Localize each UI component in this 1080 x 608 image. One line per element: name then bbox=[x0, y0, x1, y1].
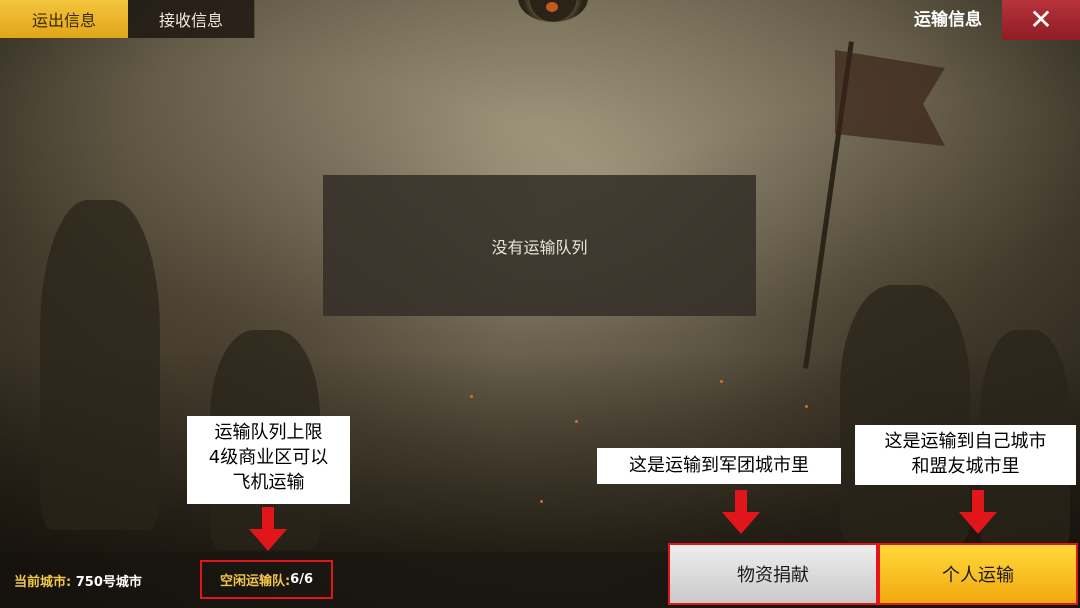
empty-queue-message: 没有运输队列 bbox=[491, 237, 588, 257]
transport-queue-panel: 没有运输队列 bbox=[323, 175, 756, 316]
soldier-silhouette bbox=[40, 200, 160, 530]
idle-transport-value: 6/6 bbox=[290, 572, 314, 587]
ember bbox=[805, 405, 808, 408]
page-title: 运输信息 bbox=[914, 9, 982, 30]
current-city-info: 当前城市: 750号城市 bbox=[14, 571, 142, 590]
annotation-queue-limit: 运输队列上限 4级商业区可以 飞机运输 bbox=[187, 416, 350, 504]
soldier-silhouette bbox=[840, 285, 970, 545]
battle-flag bbox=[835, 50, 945, 146]
current-city-value: 750号城市 bbox=[75, 575, 142, 590]
annotation-text: 4级商业区可以 bbox=[208, 447, 329, 468]
tab-incoming-info[interactable]: 接收信息 bbox=[128, 0, 255, 38]
annotation-arrow-down-icon bbox=[722, 490, 760, 534]
annotation-arrow-down-icon bbox=[959, 490, 997, 534]
annotation-donate: 这是运输到军团城市里 bbox=[597, 448, 841, 484]
emblem-icon bbox=[546, 2, 558, 12]
annotation-text: 这是运输到军团城市里 bbox=[629, 455, 809, 476]
current-city-label: 当前城市: bbox=[14, 575, 72, 590]
ember bbox=[720, 380, 723, 383]
close-button[interactable]: ✕ bbox=[1002, 0, 1080, 40]
idle-transport-label: 空闲运输队: bbox=[219, 574, 291, 589]
material-donation-button[interactable]: 物资捐献 bbox=[668, 543, 878, 605]
tab-outgoing-info[interactable]: 运出信息 bbox=[0, 0, 128, 38]
annotation-text: 和盟友城市里 bbox=[911, 456, 1020, 477]
annotation-text: 运输队列上限 bbox=[214, 422, 323, 443]
close-icon: ✕ bbox=[1029, 3, 1053, 36]
ember bbox=[575, 420, 578, 423]
annotation-personal: 这是运输到自己城市 和盟友城市里 bbox=[855, 425, 1076, 485]
annotation-text: 这是运输到自己城市 bbox=[884, 431, 1047, 452]
annotation-text: 飞机运输 bbox=[232, 472, 305, 493]
annotation-arrow-down-icon bbox=[249, 507, 287, 551]
idle-transport-info: 空闲运输队: 6/6 bbox=[200, 560, 333, 599]
top-bar: 运出信息 接收信息 运输信息 ✕ bbox=[0, 0, 1080, 40]
ember bbox=[470, 395, 473, 398]
personal-transport-button[interactable]: 个人运输 bbox=[878, 543, 1078, 605]
ember bbox=[540, 500, 543, 503]
